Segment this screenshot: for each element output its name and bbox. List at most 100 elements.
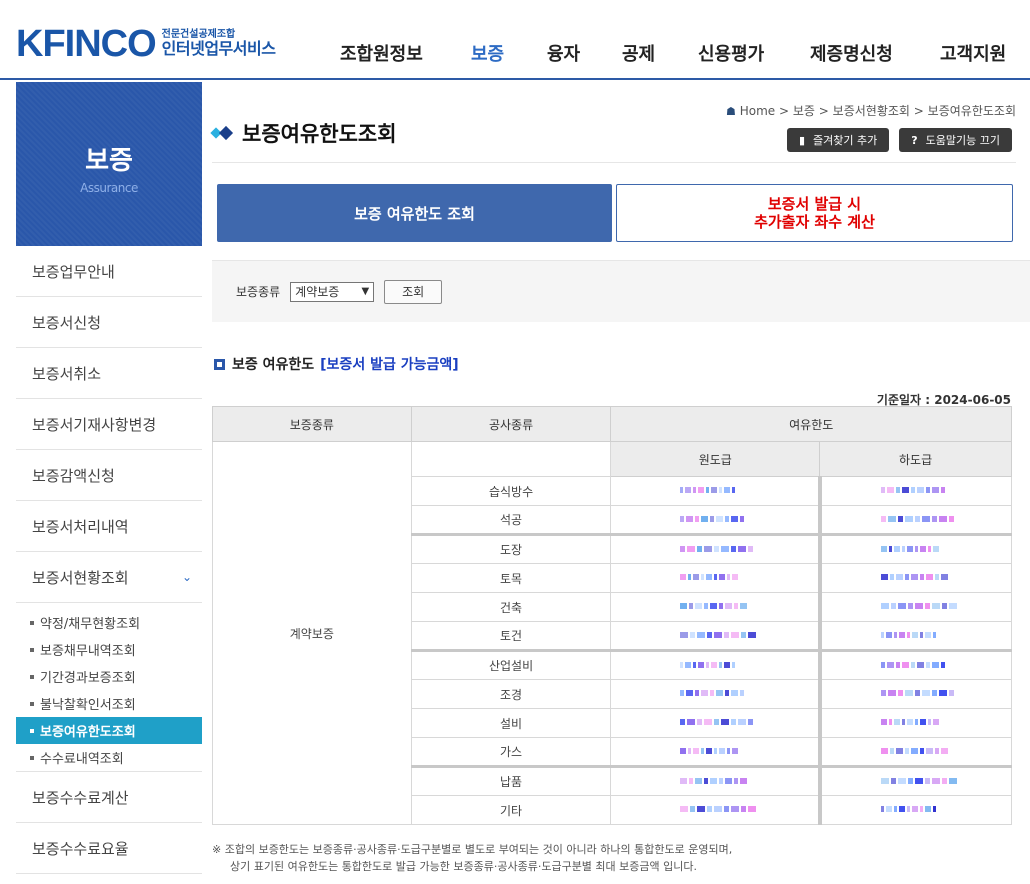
tab-limit-query[interactable]: 보증 여유한도 조회 [217,184,612,242]
guarantee-type-label: 보증종류 [236,285,281,299]
guarantee-type-select[interactable]: 계약보증 ▼ [290,281,375,302]
sidebar-item-history[interactable]: 보증서처리내역 [16,501,202,552]
masked-value-icon [881,514,955,524]
sidebar-header: 보증 Assurance [16,82,202,246]
work-type-cell: 습식방수 [410,476,612,506]
sidebar-sub-fee-history[interactable]: 수수료내역조회 [16,744,202,771]
prime-limit-masked [610,533,821,564]
sub-limit-masked [817,679,1012,709]
prime-limit-masked [610,708,821,738]
sub-limit-masked [817,621,1012,651]
masked-value-icon [679,776,750,786]
sidebar-sub-limit[interactable]: 보증여유한도조회 [16,717,202,744]
sidebar-item-guide[interactable]: 보증업무안내 [16,246,202,297]
sidebar-item-fee-rate[interactable]: 보증수수료요율 [16,823,202,874]
work-type-cell: 건축 [410,592,612,622]
help-toggle-button[interactable]: ? 도움말기능 끄기 [899,128,1012,152]
work-type-cell: 납품 [410,765,612,796]
diamond-icon [212,126,234,140]
work-type-cell: 조경 [410,679,612,709]
search-button[interactable]: 조회 [384,279,443,304]
sub-limit-masked [817,649,1012,680]
chevron-down-icon: ▼ [361,286,370,297]
work-type-cell: 기타 [410,795,612,825]
limit-table: 보증종류 공사종류 여유한도 계약보증 원도급 하도급 습식방수 석공 도장 토목 건축… [212,406,1012,825]
nav-certificate[interactable]: 제증명신청 [810,40,893,66]
nav-guarantee[interactable]: 보증 [471,40,504,66]
masked-value-icon [881,688,955,698]
question-icon: ? [911,133,918,147]
home-icon: ☗ [726,105,736,118]
sub-limit-masked [817,476,1012,506]
prime-limit-masked [610,621,821,651]
tab-bar: 보증 여유한도 조회 보증서 발급 시 추가출자 좌수 계산 [217,184,1013,242]
sidebar-sub-failed-bid[interactable]: 불낙찰확인서조회 [16,690,202,717]
th-prime: 원도급 [610,441,821,477]
add-favorite-button[interactable]: ▮ 즐겨찾기 추가 [786,128,890,152]
work-type-cell: 가스 [410,737,612,767]
sub-limit-masked [817,533,1012,564]
sidebar-item-status[interactable]: 보증서현황조회 ⌄ [16,552,202,603]
chevron-down-icon: ⌄ [181,570,192,584]
sidebar-submenu: 약정/채무현황조회 보증채무내역조회 기간경과보증조회 불낙찰확인서조회 보증여… [16,603,202,772]
nav-customer-support[interactable]: 고객지원 [940,40,1006,66]
sub-limit-masked [817,795,1012,825]
sub-limit-masked [817,708,1012,738]
prime-limit-masked [610,649,821,680]
work-type-cell: 설비 [410,708,612,738]
masked-value-icon [679,485,750,495]
masked-value-icon [881,776,958,786]
sidebar-item-fee-calc[interactable]: 보증수수료계산 [16,772,202,823]
nav-mutual-aid[interactable]: 공제 [622,40,655,66]
work-type-cell: 도장 [410,533,612,564]
th-sub: 하도급 [819,441,1012,477]
prime-limit-masked [610,737,821,767]
masked-value-icon [679,514,750,524]
prime-limit-masked [610,476,821,506]
sidebar-subtitle: Assurance [80,181,138,195]
masked-value-icon [679,688,750,698]
masked-value-icon [679,717,753,727]
sidebar-item-cancel[interactable]: 보증서취소 [16,348,202,399]
section-title: 보증 여유한도 [보증서 발급 가능금액] [214,354,459,374]
sidebar-sub-contract-status[interactable]: 약정/채무현황조회 [16,609,202,636]
th-limit: 여유한도 [610,406,1012,442]
type-cell: 계약보증 [212,441,412,825]
nav-loan[interactable]: 융자 [547,40,580,66]
masked-value-icon [881,572,951,582]
masked-value-icon [881,601,958,611]
sidebar-sub-expired[interactable]: 기간경과보증조회 [16,663,202,690]
sidebar-item-apply[interactable]: 보증서신청 [16,297,202,348]
prime-limit-masked [610,592,821,622]
masked-value-icon [679,804,756,814]
search-box: 보증종류 계약보증 ▼ 조회 [212,260,1030,322]
tab-additional-calc[interactable]: 보증서 발급 시 추가출자 좌수 계산 [616,184,1013,242]
sub-limit-masked [817,505,1012,535]
page-title: 보증여유한도조회 [212,118,397,148]
sidebar-sub-debt-history[interactable]: 보증채무내역조회 [16,636,202,663]
prime-limit-masked [610,765,821,796]
masked-value-icon [679,544,753,554]
masked-value-icon [679,601,750,611]
nav-member-info[interactable]: 조합원정보 [340,40,423,66]
masked-value-icon [881,544,951,554]
nav-credit-rating[interactable]: 신용평가 [698,40,764,66]
sub-limit-masked [817,737,1012,767]
masked-value-icon [881,485,951,495]
breadcrumb: ☗ Home > 보증 > 보증서현황조회 > 보증여유한도조회 [726,104,1016,118]
sidebar-item-reduction[interactable]: 보증감액신청 [16,450,202,501]
masked-value-icon [679,746,750,756]
footnote: ※ 조합의 보증한도는 보증종류·공사종류·도급구분별로 별도로 부여되는 것이… [212,843,733,873]
square-bullet-icon [214,358,225,370]
kfinco-logo[interactable]: KFINCO 전문건설공제조합 인터넷업무서비스 [16,23,276,65]
logo-wordmark: KFINCO [16,23,157,65]
site-header: KFINCO 전문건설공제조합 인터넷업무서비스 조합원정보 보증 융자 공제 … [0,0,1030,80]
sub-limit-masked [817,765,1012,796]
title-divider [212,162,1016,163]
sidebar-item-modify[interactable]: 보증서기재사항변경 [16,399,202,450]
masked-value-icon [881,717,951,727]
sub-limit-masked [817,592,1012,622]
left-sidebar: 보증 Assurance 보증업무안내 보증서신청 보증서취소 보증서기재사항변… [16,82,202,874]
masked-value-icon [679,660,750,670]
masked-value-icon [881,746,951,756]
